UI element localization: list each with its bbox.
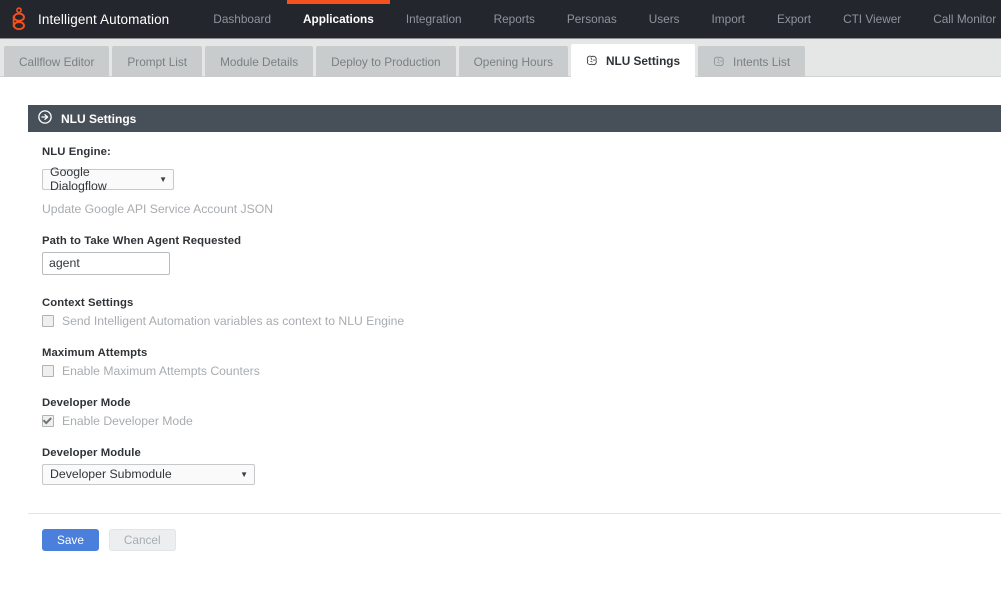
form-divider xyxy=(28,513,1001,514)
nav-item-import[interactable]: Import xyxy=(696,0,761,38)
tab-deploy-to-production[interactable]: Deploy to Production xyxy=(316,46,456,77)
brand-title: Intelligent Automation xyxy=(38,0,197,38)
maximum-attempts-label: Maximum Attempts xyxy=(42,347,1001,359)
context-settings-checkbox[interactable] xyxy=(42,315,54,327)
chevron-down-icon: ▼ xyxy=(159,175,167,184)
tab-prompt-list[interactable]: Prompt List xyxy=(112,46,202,77)
page-content: NLU Settings NLU Engine: Google Dialogfl… xyxy=(0,105,1001,551)
app-logo-icon xyxy=(10,7,28,31)
nav-item-dashboard[interactable]: Dashboard xyxy=(197,0,287,38)
field-maximum-attempts: Maximum Attempts Enable Maximum Attempts… xyxy=(42,347,1001,378)
tab-module-details[interactable]: Module Details xyxy=(205,46,313,77)
tab-nlu-settings[interactable]: NLU Settings xyxy=(571,44,695,77)
tab-label: Intents List xyxy=(733,55,790,69)
tab-label: Prompt List xyxy=(127,55,187,69)
nlu-settings-form: NLU Engine: Google Dialogflow ▼ Update G… xyxy=(28,132,1001,551)
maximum-attempts-checkbox-row[interactable]: Enable Maximum Attempts Counters xyxy=(42,364,1001,378)
panel-title: NLU Settings xyxy=(61,112,136,126)
tab-label: Opening Hours xyxy=(474,55,553,69)
developer-mode-checkbox-row[interactable]: Enable Developer Mode xyxy=(42,414,1001,428)
maximum-attempts-checkbox[interactable] xyxy=(42,365,54,377)
nav-items: Dashboard Applications Integration Repor… xyxy=(197,0,1001,38)
tab-label: NLU Settings xyxy=(606,54,680,68)
top-navigation-bar: Intelligent Automation Dashboard Applica… xyxy=(0,0,1001,38)
developer-module-value: Developer Submodule xyxy=(50,467,172,481)
save-button[interactable]: Save xyxy=(42,529,99,551)
tab-label: Deploy to Production xyxy=(331,55,441,69)
nlu-engine-value: Google Dialogflow xyxy=(50,165,145,193)
form-actions: Save Cancel xyxy=(42,529,1001,551)
app-logo[interactable] xyxy=(0,0,38,38)
nav-item-reports[interactable]: Reports xyxy=(478,0,551,38)
nav-item-personas[interactable]: Personas xyxy=(551,0,633,38)
nav-item-users[interactable]: Users xyxy=(633,0,696,38)
tab-label: Module Details xyxy=(220,55,298,69)
developer-mode-label: Developer Mode xyxy=(42,397,1001,409)
brain-icon xyxy=(586,54,599,67)
brain-icon xyxy=(713,55,726,68)
application-tab-strip: Callflow Editor Prompt List Module Detai… xyxy=(0,38,1001,77)
field-developer-module: Developer Module Developer Submodule ▼ xyxy=(42,447,1001,485)
agent-path-input[interactable] xyxy=(42,252,170,275)
context-settings-checkbox-row[interactable]: Send Intelligent Automation variables as… xyxy=(42,314,1001,328)
field-agent-path: Path to Take When Agent Requested xyxy=(42,235,1001,275)
arrow-right-circle-icon xyxy=(38,110,52,127)
nlu-engine-select[interactable]: Google Dialogflow ▼ xyxy=(42,169,174,190)
chevron-down-icon: ▼ xyxy=(240,470,248,479)
field-context-settings: Context Settings Send Intelligent Automa… xyxy=(42,297,1001,328)
nav-item-cti-viewer[interactable]: CTI Viewer xyxy=(827,0,917,38)
maximum-attempts-checkbox-label: Enable Maximum Attempts Counters xyxy=(62,364,260,378)
cancel-button[interactable]: Cancel xyxy=(109,529,176,551)
developer-mode-checkbox-label: Enable Developer Mode xyxy=(62,414,193,428)
agent-path-label: Path to Take When Agent Requested xyxy=(42,235,1001,247)
nav-item-applications[interactable]: Applications xyxy=(287,0,390,38)
nav-item-call-monitor[interactable]: Call Monitor xyxy=(917,0,1001,38)
developer-mode-checkbox[interactable] xyxy=(42,415,54,427)
nlu-engine-label: NLU Engine: xyxy=(42,146,1001,158)
nav-item-integration[interactable]: Integration xyxy=(390,0,478,38)
tab-callflow-editor[interactable]: Callflow Editor xyxy=(4,46,109,77)
context-settings-checkbox-label: Send Intelligent Automation variables as… xyxy=(62,314,404,328)
tab-opening-hours[interactable]: Opening Hours xyxy=(459,46,568,77)
tab-label: Callflow Editor xyxy=(19,55,94,69)
update-service-account-json-link[interactable]: Update Google API Service Account JSON xyxy=(42,202,1001,216)
developer-module-select[interactable]: Developer Submodule ▼ xyxy=(42,464,255,485)
context-settings-label: Context Settings xyxy=(42,297,1001,309)
nav-item-export[interactable]: Export xyxy=(761,0,827,38)
panel-header: NLU Settings xyxy=(28,105,1001,132)
developer-module-label: Developer Module xyxy=(42,447,1001,459)
field-developer-mode: Developer Mode Enable Developer Mode xyxy=(42,397,1001,428)
field-nlu-engine: NLU Engine: Google Dialogflow ▼ xyxy=(42,146,1001,190)
tab-intents-list[interactable]: Intents List xyxy=(698,46,805,77)
